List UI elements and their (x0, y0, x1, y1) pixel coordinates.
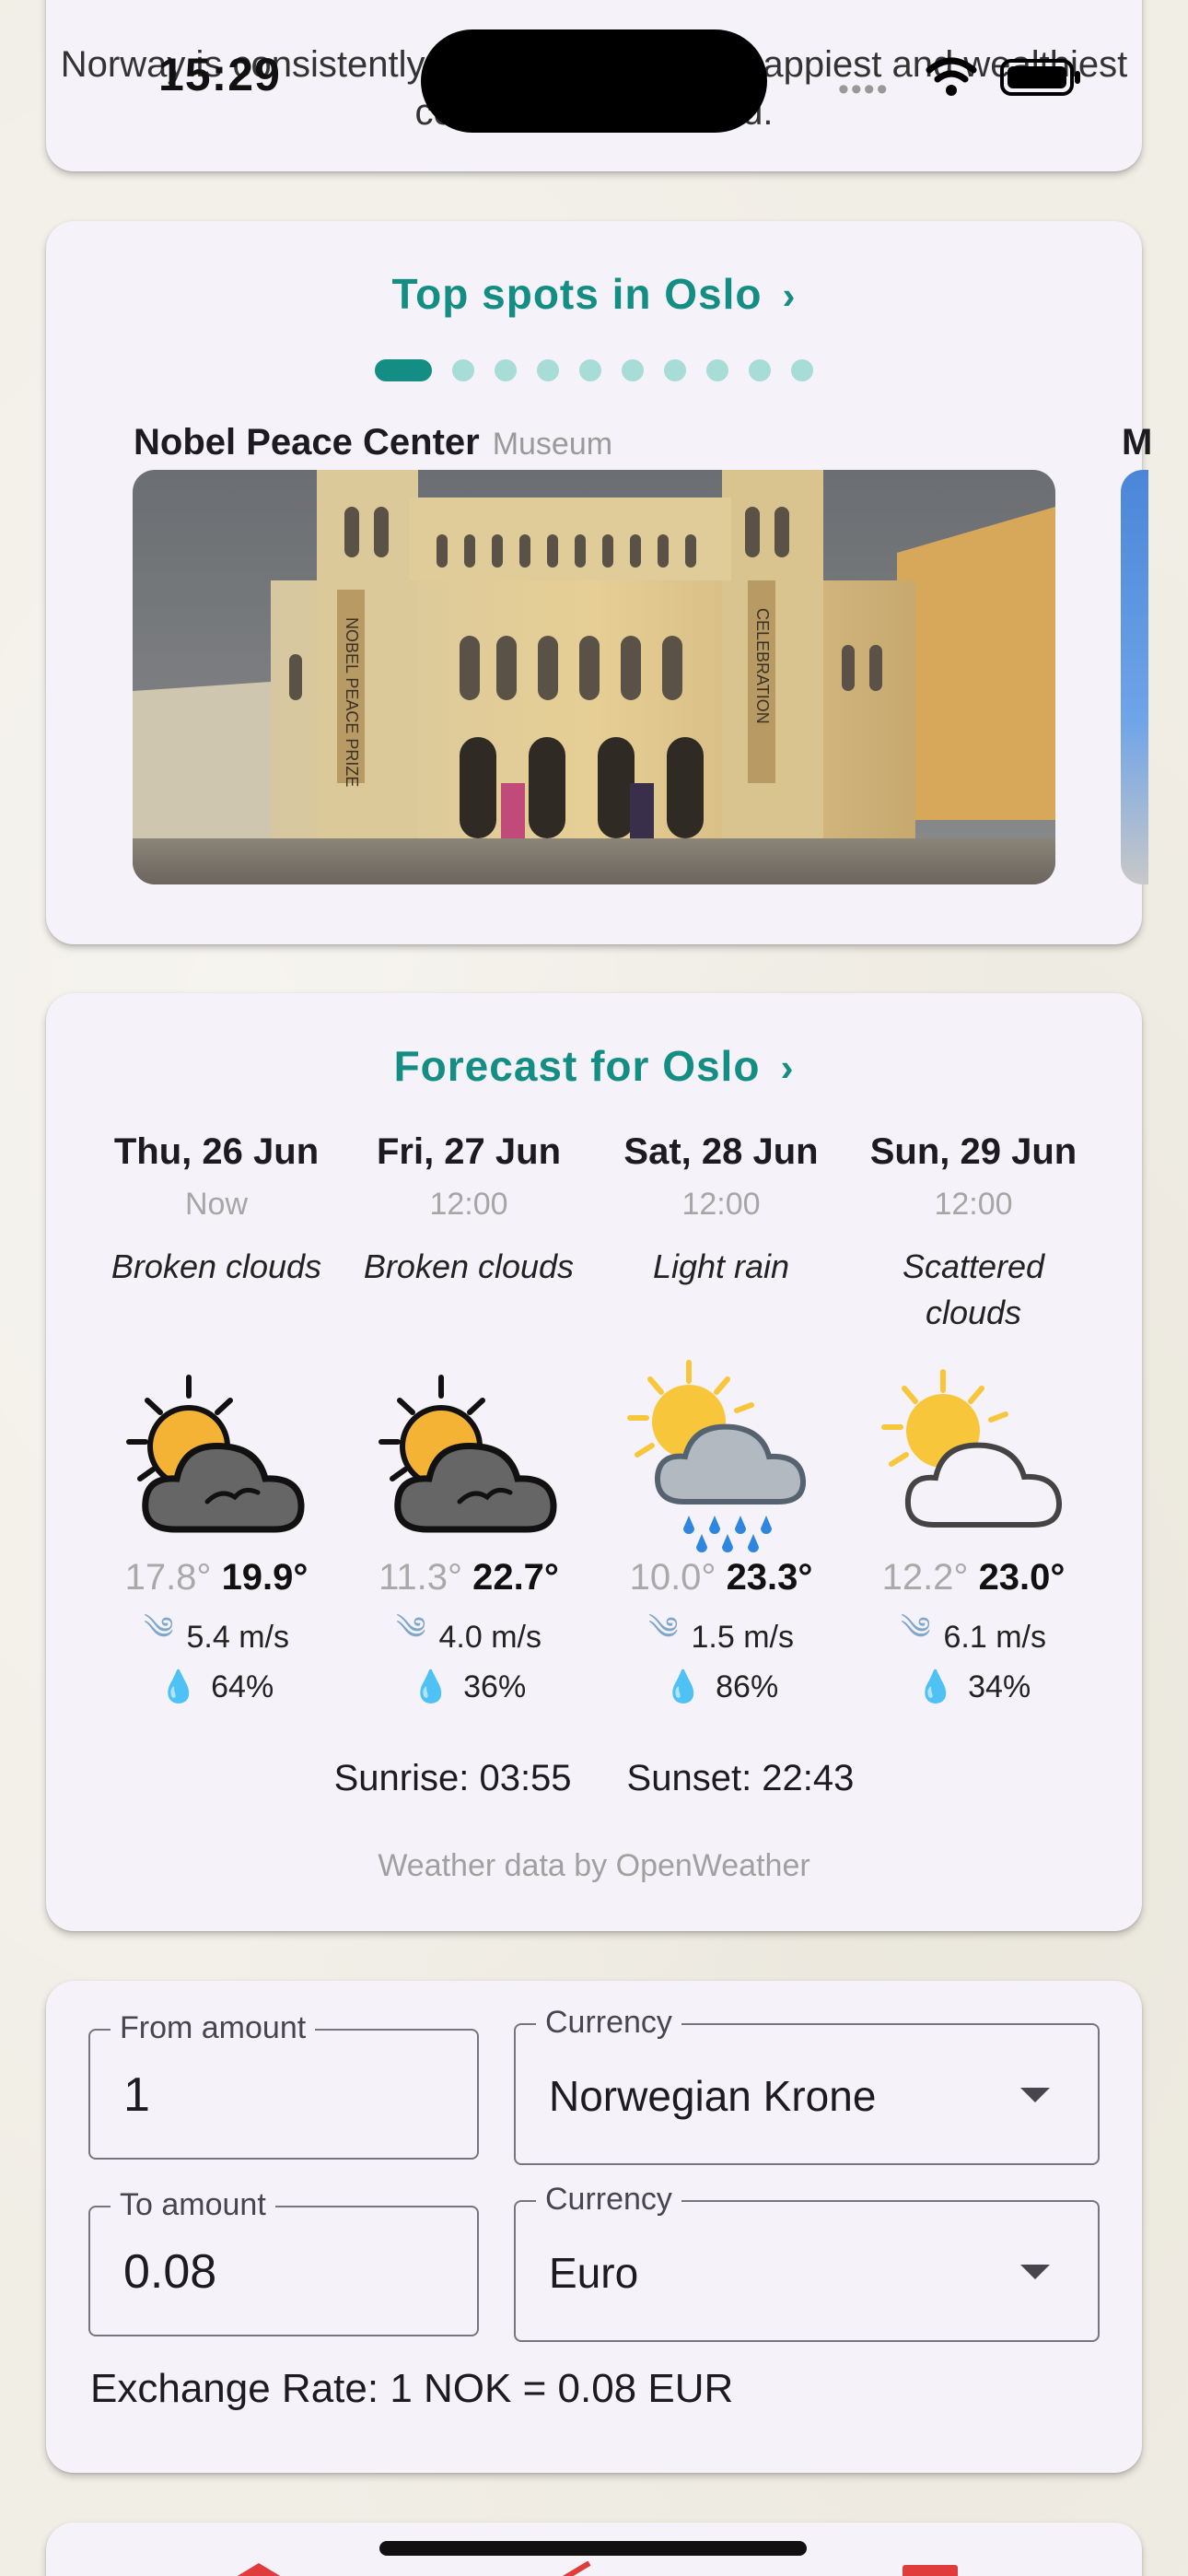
dropdown-arrow-icon (1020, 2265, 1050, 2279)
sun-rain-cloud-icon (627, 1360, 806, 1552)
forecast-time: 12:00 (934, 1187, 1013, 1222)
forecast-humidity: 36% (463, 1669, 527, 1704)
forecast-high: 19.9° (221, 1557, 309, 1598)
to-amount-value[interactable]: 0.08 (123, 2244, 216, 2300)
forecast-day: Fri, 27 Jun 12:00 Broken clouds 11.3° 22… (343, 1131, 595, 1712)
forecast-desc: Scattered clouds (902, 1247, 1045, 1331)
forecast-date: Thu, 26 Jun (113, 1131, 320, 1172)
forecast-day: Thu, 26 Jun Now Broken clouds 17.8° 19.9… (90, 1131, 343, 1712)
next-spot-name: M (1122, 422, 1153, 463)
sunset-text: Sunset: 22:43 (626, 1758, 855, 1798)
carousel-dot[interactable] (495, 359, 517, 381)
exchange-rate-text: Exchange Rate: 1 NOK = 0.08 EUR (90, 2366, 734, 2411)
forecast-day: Sun, 29 Jun 12:00 Scattered clouds 12.2°… (847, 1131, 1100, 1712)
forecast-date: Sat, 28 Jun (623, 1131, 819, 1172)
nobel-peace-center-image: NOBEL PEACE PRIZE CELEBRATION (133, 470, 1055, 884)
forecast-low: 12.2° (881, 1557, 969, 1598)
home-indicator[interactable] (379, 2541, 807, 2556)
forecast-humidity: 34% (968, 1669, 1031, 1704)
from-currency-select[interactable]: Currency Norwegian Krone (514, 2005, 1100, 2165)
forecast-wind: 5.4 m/s (186, 1619, 289, 1655)
carousel-dot[interactable] (706, 359, 728, 381)
forecast-day: Sat, 28 Jun 12:00 Light rain 10.0° 23.3°… (595, 1131, 847, 1712)
flag-icon (562, 2561, 591, 2576)
from-amount-value[interactable]: 1 (123, 2067, 150, 2123)
forecast-card: Forecast for Oslo › Thu, 26 Jun Now Broke… (46, 993, 1142, 1931)
to-currency-select[interactable]: Currency Euro (514, 2182, 1100, 2342)
top-spots-title-text: Top spots in Oslo (391, 270, 763, 318)
sunrise-text: Sunrise: 03:55 (333, 1758, 572, 1798)
water-drop-icon: 💧 (915, 1669, 956, 1704)
forecast-humidity: 64% (211, 1669, 274, 1704)
spot-title: Nobel Peace Center Museum (134, 422, 612, 463)
forecast-high: 22.7° (472, 1557, 559, 1598)
status-icons: •••• (838, 55, 1087, 107)
chevron-right-icon: › (782, 274, 797, 317)
water-drop-icon: 💧 (158, 1669, 199, 1704)
carousel-dot[interactable] (579, 359, 601, 381)
banner-right: CELEBRATION (753, 608, 772, 724)
currency-card: From amount 1 Currency Norwegian Krone T… (46, 1981, 1142, 2473)
carousel-dot[interactable] (622, 359, 644, 381)
carousel-dot[interactable] (664, 359, 686, 381)
carousel-indicator (46, 357, 1142, 383)
spot-name: Nobel Peace Center (134, 422, 480, 463)
chevron-right-icon: › (780, 1046, 795, 1089)
forecast-time: 12:00 (681, 1187, 761, 1222)
forecast-title-text: Forecast for Oslo (393, 1042, 761, 1090)
carousel-dot[interactable] (375, 359, 432, 381)
forecast-humidity: 86% (716, 1669, 779, 1704)
spot-category: Museum (492, 427, 613, 462)
sun-white-cloud-icon (881, 1369, 1062, 1528)
to-currency-label: Currency (536, 2182, 681, 2218)
from-currency-value: Norwegian Krone (549, 2072, 877, 2120)
wifi-icon (926, 57, 977, 96)
forecast-high: 23.3° (726, 1557, 813, 1598)
top-spots-title[interactable]: Top spots in Oslo › (46, 269, 1142, 319)
forecast-wind: 6.1 m/s (943, 1619, 1046, 1655)
forecast-time: 12:00 (429, 1187, 508, 1222)
weather-credit[interactable]: Weather data by OpenWeather (46, 1848, 1142, 1884)
banner-left: NOBEL PEACE PRIZE (343, 617, 361, 787)
forecast-wind: 1.5 m/s (691, 1619, 794, 1655)
water-drop-icon: 💧 (411, 1669, 451, 1704)
forecast-low: 10.0° (629, 1557, 716, 1598)
house-icon (237, 2563, 281, 2576)
carousel-dot[interactable] (452, 359, 474, 381)
forecast-desc: Light rain (652, 1247, 790, 1285)
carousel-dot[interactable] (749, 359, 771, 381)
spot-photo[interactable]: NOBEL PEACE PRIZE CELEBRATION (133, 470, 1055, 884)
signal-icon: •••• (838, 72, 890, 107)
forecast-time: Now (184, 1187, 249, 1222)
forecast-desc: Broken clouds (111, 1247, 322, 1285)
dynamic-island (421, 29, 767, 133)
forecast-date: Fri, 27 Jun (376, 1131, 562, 1172)
forecast-high: 23.0° (978, 1557, 1066, 1598)
status-time: 15:29 (158, 49, 281, 100)
sun-dark-cloud-icon (126, 1375, 305, 1533)
from-currency-label: Currency (536, 2005, 681, 2041)
to-amount-label: To amount (111, 2187, 275, 2223)
forecast-low: 11.3° (379, 1557, 462, 1598)
dropdown-arrow-icon (1020, 2088, 1050, 2102)
forecast-wind: 4.0 m/s (438, 1619, 542, 1655)
from-amount-label: From amount (111, 2010, 316, 2046)
next-spot-photo[interactable] (1121, 470, 1148, 884)
forecast-desc: Broken clouds (363, 1247, 575, 1285)
forecast-title[interactable]: Forecast for Oslo › (46, 1041, 1142, 1091)
forecast-days: Thu, 26 Jun Now Broken clouds 17.8° 19.9… (90, 1131, 1100, 1712)
battery-icon (1000, 59, 1080, 96)
forecast-date: Sun, 29 Jun (869, 1131, 1077, 1172)
calendar-icon (903, 2565, 958, 2576)
to-amount-field[interactable]: To amount 0.08 (88, 2187, 479, 2336)
sun-times: Sunrise: 03:55 Sunset: 22:43 (46, 1758, 1142, 1799)
water-drop-icon: 💧 (663, 1669, 704, 1704)
to-currency-value: Euro (549, 2249, 639, 2297)
carousel-dot[interactable] (537, 359, 559, 381)
from-amount-field[interactable]: From amount 1 (88, 2010, 479, 2160)
sun-dark-cloud-icon (379, 1375, 557, 1533)
carousel-dot[interactable] (791, 359, 813, 381)
top-spots-card: Top spots in Oslo › Nobel Peace Center Mus… (46, 221, 1152, 944)
forecast-low: 17.8° (124, 1557, 212, 1598)
